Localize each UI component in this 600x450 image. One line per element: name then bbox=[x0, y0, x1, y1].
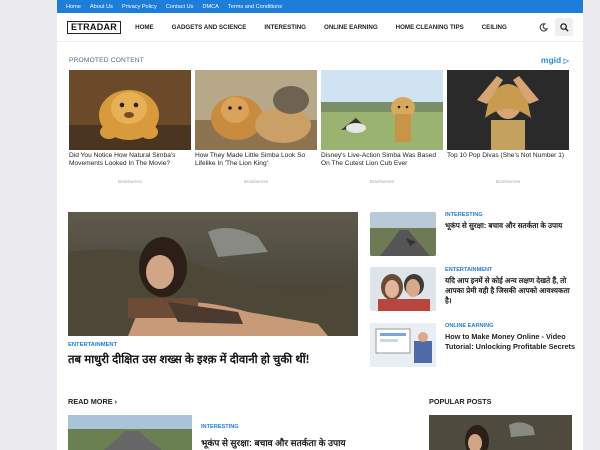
promo-source-3: Brainberries bbox=[369, 179, 395, 184]
popular-posts-heading: POPULAR POSTS bbox=[429, 397, 492, 406]
read-more-heading[interactable]: READ MORE › bbox=[68, 397, 117, 406]
side-title-2[interactable]: यदि आप इनमें से कोई अन्य लक्षण देखते हैं… bbox=[445, 276, 575, 306]
side-post-3[interactable]: ONLINE EARNING How to Make Money Online … bbox=[370, 323, 575, 367]
chevron-right-icon: › bbox=[114, 397, 118, 406]
nav-item-home-cleaning[interactable]: HOME CLEANING TIPS bbox=[396, 24, 464, 31]
promo-caption-3[interactable]: Disney's Live-Action Simba Was Based On … bbox=[321, 152, 443, 177]
nav-item-ceiling[interactable]: CEILING bbox=[482, 24, 507, 31]
promo-card-3[interactable]: Disney's Live-Action Simba Was Based On … bbox=[321, 70, 443, 184]
promoted-title: PROMOTED CONTENT bbox=[69, 56, 144, 64]
site-logo[interactable]: ETRADAR bbox=[67, 20, 122, 34]
promo-source-4: Brainberries bbox=[495, 179, 521, 184]
search-icon[interactable] bbox=[555, 18, 573, 36]
side-thumb-laptop[interactable] bbox=[370, 323, 436, 367]
page: Home About Us Privacy Policy Contact Us … bbox=[57, 0, 583, 450]
topbar-link-privacy-policy[interactable]: Privacy Policy bbox=[122, 4, 157, 10]
side-title-1[interactable]: भूकंप से सुरक्षा: बचाव और सतर्कता के उपा… bbox=[445, 221, 562, 231]
promo-source-1: Brainberries bbox=[117, 179, 143, 184]
side-thumb-road[interactable] bbox=[370, 212, 436, 256]
side-category-2[interactable]: ENTERTAINMENT bbox=[445, 267, 575, 273]
promo-caption-1[interactable]: Did You Notice How Natural Simba's Movem… bbox=[69, 152, 191, 177]
read-more-thumb-road[interactable] bbox=[68, 415, 192, 450]
promo-card-2[interactable]: How They Made Little Simba Look So Lifel… bbox=[195, 70, 317, 184]
main-nav: ETRADAR HOME GADGETS AND SCIENCE INTERES… bbox=[57, 13, 583, 42]
popular-post-thumb[interactable] bbox=[429, 415, 572, 450]
promo-image-lion-cub-savanna[interactable] bbox=[321, 70, 443, 150]
dark-mode-icon[interactable] bbox=[534, 18, 552, 36]
read-more-title[interactable]: भूकंप से सुरक्षा: बचाव और सतर्कता के उपा… bbox=[201, 436, 346, 449]
read-more-category[interactable]: INTERESTING bbox=[201, 424, 239, 430]
promo-caption-2[interactable]: How They Made Little Simba Look So Lifel… bbox=[195, 152, 317, 177]
read-more-label: READ MORE bbox=[68, 397, 113, 406]
promo-card-1[interactable]: Did You Notice How Natural Simba's Movem… bbox=[69, 70, 191, 184]
hero-title[interactable]: तब माधुरी दीक्षित उस शख्स के इश्क़ में द… bbox=[68, 352, 368, 367]
side-post-2[interactable]: ENTERTAINMENT यदि आप इनमें से कोई अन्य ल… bbox=[370, 267, 575, 311]
mgid-logo[interactable]: mgid ▷ bbox=[541, 55, 569, 65]
promo-caption-4[interactable]: Top 10 Pop Divas (She's Not Number 1) bbox=[447, 152, 569, 177]
hero-category[interactable]: ENTERTAINMENT bbox=[68, 342, 117, 348]
topbar-link-dmca[interactable]: DMCA bbox=[202, 4, 218, 10]
topbar-link-about-us[interactable]: About Us bbox=[90, 4, 113, 10]
side-title-3[interactable]: How to Make Money Online - Video Tutoria… bbox=[445, 332, 575, 352]
topbar-link-terms[interactable]: Terms and Conditions bbox=[228, 4, 282, 10]
nav-item-online-earning[interactable]: ONLINE EARNING bbox=[324, 24, 378, 31]
promo-image-pop-diva[interactable] bbox=[447, 70, 569, 150]
side-category-1[interactable]: INTERESTING bbox=[445, 212, 562, 218]
side-thumb-couple[interactable] bbox=[370, 267, 436, 311]
promoted-content: PROMOTED CONTENT mgid ▷ Did You Notice H… bbox=[69, 53, 569, 184]
nav-item-home[interactable]: HOME bbox=[135, 24, 154, 31]
nav-item-gadgets[interactable]: GADGETS AND SCIENCE bbox=[172, 24, 247, 31]
side-category-3[interactable]: ONLINE EARNING bbox=[445, 323, 575, 329]
promo-source-2: Brainberries bbox=[243, 179, 269, 184]
top-bar: Home About Us Privacy Policy Contact Us … bbox=[57, 0, 583, 13]
topbar-link-home[interactable]: Home bbox=[66, 4, 81, 10]
side-post-1[interactable]: INTERESTING भूकंप से सुरक्षा: बचाव और सत… bbox=[370, 212, 575, 256]
promo-image-simba[interactable] bbox=[195, 70, 317, 150]
nav-item-interesting[interactable]: INTERESTING bbox=[264, 24, 306, 31]
topbar-link-contact-us[interactable]: Contact Us bbox=[166, 4, 194, 10]
promo-card-4[interactable]: Top 10 Pop Divas (She's Not Number 1) Br… bbox=[447, 70, 569, 184]
hero-image[interactable] bbox=[68, 212, 358, 336]
mgid-brand: mgid bbox=[540, 55, 562, 65]
promo-image-lion-cub[interactable] bbox=[69, 70, 191, 150]
